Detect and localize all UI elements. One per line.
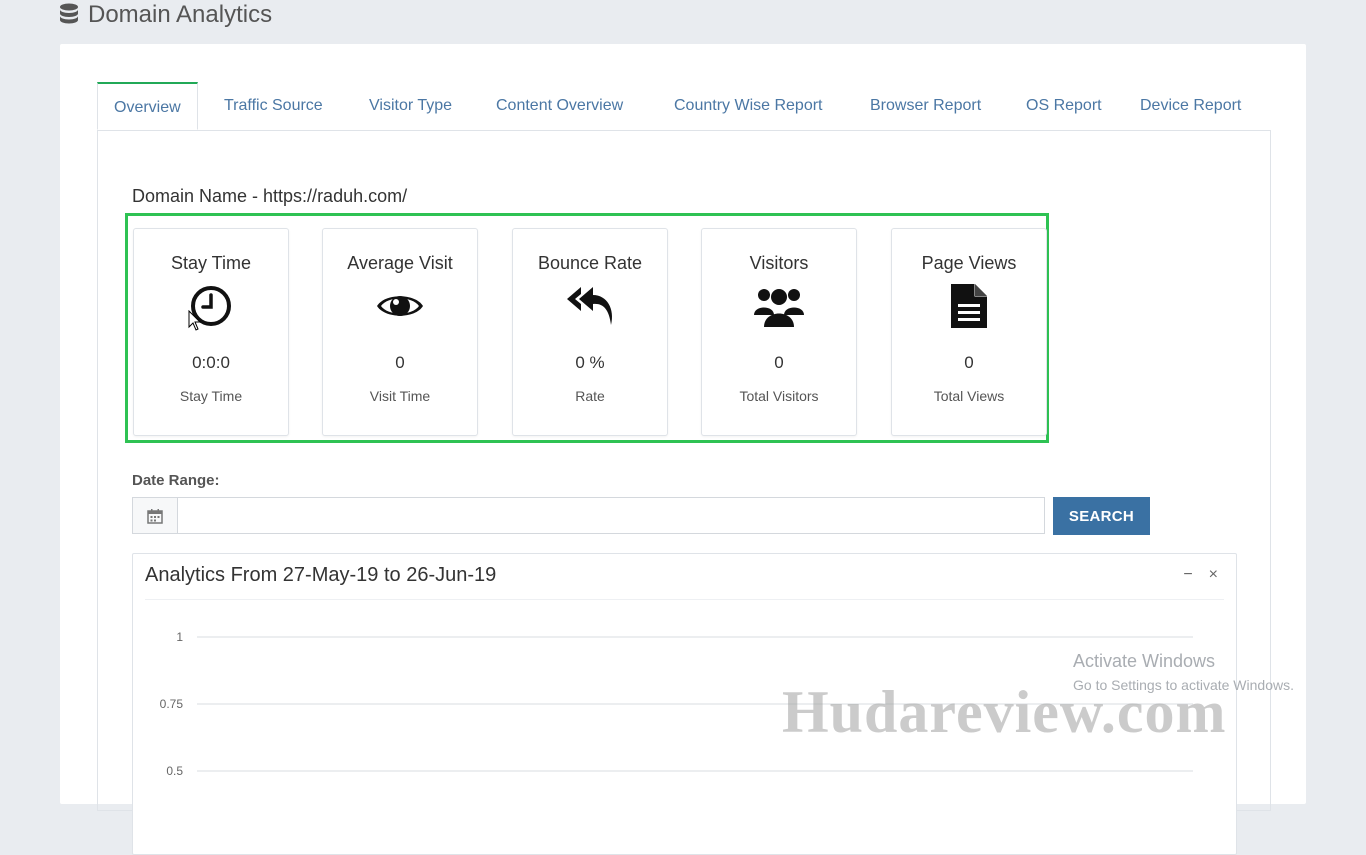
tab-browser-report[interactable]: Browser Report xyxy=(870,82,981,130)
panel-tools: − × xyxy=(1183,566,1218,584)
tab-os-report[interactable]: OS Report xyxy=(1026,82,1102,130)
database-icon xyxy=(60,3,78,24)
brand-watermark: Hudareview.com xyxy=(782,679,1227,745)
stat-subtitle: Stay Time xyxy=(179,388,243,404)
stat-subtitle: Visit Time xyxy=(369,388,431,404)
stat-card-average-visit: Average Visit 0 Visit Time xyxy=(322,228,478,436)
stat-title: Average Visit xyxy=(347,253,453,273)
chart-y-tick-label: 1 xyxy=(176,630,183,644)
stat-title: Stay Time xyxy=(170,253,252,273)
calendar-icon xyxy=(147,508,163,524)
page-title: Domain Analytics xyxy=(88,1,273,28)
stat-value: 0 % xyxy=(575,353,605,372)
page-header: Domain Analytics xyxy=(58,0,272,30)
date-range-group xyxy=(132,497,1045,534)
eye-icon xyxy=(377,296,423,316)
stat-card-page-views: Page Views 0 Total Views xyxy=(891,228,1047,436)
search-button[interactable]: SEARCH xyxy=(1053,497,1150,535)
stat-value: 0 xyxy=(774,353,784,372)
close-icon[interactable]: × xyxy=(1209,566,1218,584)
chart-y-tick-label: 0.5 xyxy=(166,764,183,778)
file-icon xyxy=(951,284,987,328)
stat-value: 0:0:0 xyxy=(192,353,230,372)
chart-y-tick-label: 0.75 xyxy=(160,697,184,711)
stat-title: Visitors xyxy=(749,253,809,273)
stat-card-visitors: Visitors 0 Total Visitors xyxy=(701,228,857,436)
minimize-icon[interactable]: − xyxy=(1183,566,1192,584)
stat-value: 0 xyxy=(395,353,405,372)
calendar-addon[interactable] xyxy=(133,498,178,533)
panel-title: Analytics From 27-May-19 to 26-Jun-19 xyxy=(145,564,497,586)
date-range-label: Date Range: xyxy=(132,472,220,489)
tab-visitor-type[interactable]: Visitor Type xyxy=(369,82,452,130)
tab-overview[interactable]: Overview xyxy=(97,82,198,130)
stat-title: Page Views xyxy=(921,253,1017,273)
mouse-cursor-icon xyxy=(188,310,202,331)
stat-value: 0 xyxy=(964,353,974,372)
tab-country-wise-report[interactable]: Country Wise Report xyxy=(674,82,823,130)
stat-card-bounce-rate: Bounce Rate 0 % Rate xyxy=(512,228,668,436)
tab-content-overview[interactable]: Content Overview xyxy=(496,82,623,130)
stat-title: Bounce Rate xyxy=(537,253,643,273)
stat-subtitle: Rate xyxy=(575,388,605,404)
stat-subtitle: Total Visitors xyxy=(739,388,819,404)
domain-name: Domain Name - https://raduh.com/ xyxy=(132,186,408,206)
tab-traffic-source[interactable]: Traffic Source xyxy=(224,82,323,130)
activate-windows-title: Activate Windows xyxy=(1073,651,1216,671)
reply-all-icon xyxy=(567,287,613,325)
users-icon xyxy=(754,289,804,327)
panel-divider xyxy=(145,599,1224,600)
stat-card-stay-time: Stay Time 0:0:0 Stay Time xyxy=(133,228,289,436)
date-range-input[interactable] xyxy=(178,498,1044,533)
stat-subtitle: Total Views xyxy=(933,388,1005,404)
tab-bar: Overview Traffic Source Visitor Type Con… xyxy=(97,82,1270,131)
tab-device-report[interactable]: Device Report xyxy=(1140,82,1241,130)
